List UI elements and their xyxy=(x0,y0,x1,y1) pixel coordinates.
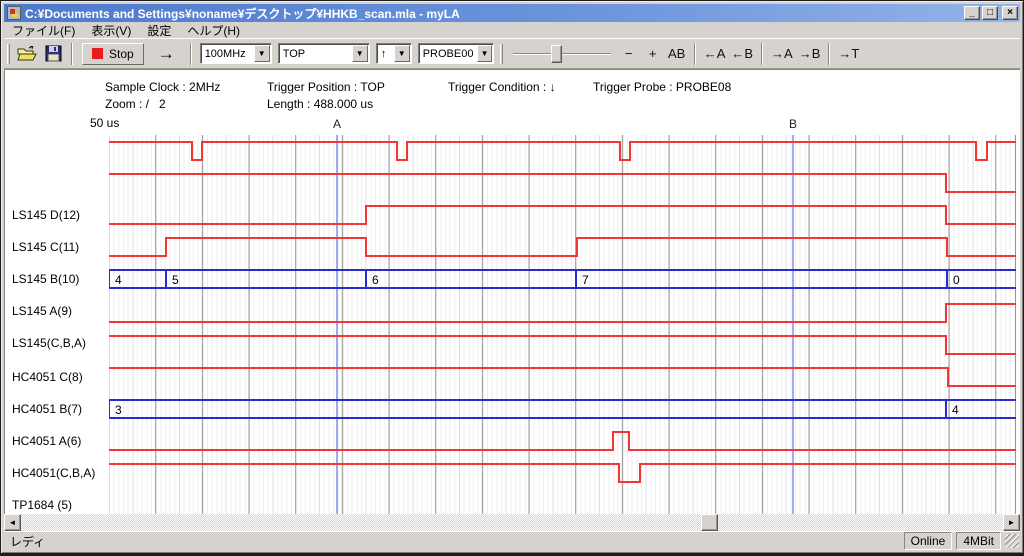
resize-grip[interactable] xyxy=(1005,534,1019,548)
chevron-down-icon[interactable]: ▼ xyxy=(352,45,368,62)
scrollbar-thumb[interactable] xyxy=(701,514,718,531)
scroll-left-arrow-icon[interactable]: ◄ xyxy=(4,514,21,531)
channel-label: LS145 B(10) xyxy=(12,272,79,286)
bus-value: 4 xyxy=(952,403,959,417)
status-memory-badge: 4MBit xyxy=(956,532,1001,550)
bus-value: 4 xyxy=(115,273,122,287)
bus-value: 6 xyxy=(372,273,379,287)
scroll-right-arrow-icon[interactable]: ► xyxy=(1003,514,1020,531)
run-arrow-button[interactable]: → xyxy=(148,44,185,64)
digital-trace xyxy=(109,432,1016,450)
waveform-plot[interactable]: 4 5 6 7 0 3 4 xyxy=(109,135,1016,514)
app-icon xyxy=(7,6,21,20)
menu-view[interactable]: 表示(V) xyxy=(83,21,139,40)
bus-value: 5 xyxy=(172,273,179,287)
set-marker-a-button[interactable]: →A xyxy=(768,46,796,61)
digital-trace xyxy=(109,304,1016,322)
toolbar-gripper[interactable] xyxy=(500,44,503,64)
chevron-down-icon[interactable]: ▼ xyxy=(254,45,270,62)
channel-label: HC4051 C(8) xyxy=(12,370,83,384)
probe-select[interactable]: PROBE00 ▼ xyxy=(418,43,494,64)
digital-trace xyxy=(109,142,1016,160)
channel-label: HC4051 A(6) xyxy=(12,434,81,448)
trigger-position-select[interactable]: TOP ▼ xyxy=(278,43,370,64)
toolbar: Stop → 100MHz ▼ TOP ▼ ↑ ▼ PROBE00 ▼ − + … xyxy=(4,38,1020,69)
goto-trigger-button[interactable]: →T xyxy=(835,46,862,61)
status-bar: レディ Online 4MBit xyxy=(4,531,1020,550)
probe-value: PROBE00 xyxy=(419,48,478,60)
sample-clock-value: 100MHz xyxy=(201,48,254,60)
ab-button[interactable]: AB xyxy=(665,46,689,61)
stop-button[interactable]: Stop xyxy=(82,43,144,65)
close-button[interactable]: × xyxy=(1002,6,1018,20)
menu-file[interactable]: ファイル(F) xyxy=(4,21,83,40)
channel-label: LS145 A(9) xyxy=(12,304,72,318)
toolbar-separator xyxy=(694,43,696,65)
marker-a-label: A xyxy=(333,117,341,131)
zoom-in-button[interactable]: + xyxy=(641,46,665,61)
status-ready-text: レディ xyxy=(4,532,904,551)
digital-trace xyxy=(109,238,1016,256)
status-online-badge: Online xyxy=(904,532,953,550)
channel-label: TP1684 (5) xyxy=(12,498,72,512)
title-bar[interactable]: C:¥Documents and Settings¥noname¥デスクトップ¥… xyxy=(4,4,1020,22)
toolbar-separator xyxy=(71,43,73,65)
trigger-edge-select[interactable]: ↑ ▼ xyxy=(376,43,412,64)
digital-trace xyxy=(109,464,1016,482)
bus-value: 3 xyxy=(115,403,122,417)
channel-label: HC4051(C,B,A) xyxy=(12,466,95,480)
time-scale-label: 50 us xyxy=(90,116,119,130)
menu-help[interactable]: ヘルプ(H) xyxy=(179,21,248,40)
zoom-slider-track xyxy=(513,53,611,55)
trigger-edge-value: ↑ xyxy=(377,48,394,60)
zoom-slider[interactable] xyxy=(513,44,611,64)
trigger-position-info: Trigger Position : TOP xyxy=(267,80,385,94)
toolbar-gripper[interactable] xyxy=(7,44,10,64)
goto-marker-b-button[interactable]: ←B xyxy=(728,46,756,61)
marker-b-label: B xyxy=(789,117,797,131)
app-window: C:¥Documents and Settings¥noname¥デスクトップ¥… xyxy=(0,0,1024,556)
channel-label-pane: LS145 D(12) LS145 C(11) LS145 B(10) LS145 A… xyxy=(5,135,109,514)
scrollbar-track[interactable] xyxy=(21,514,1003,531)
length-info: Length : 488.000 us xyxy=(267,97,373,111)
horizontal-scrollbar[interactable]: ◄ ► xyxy=(4,514,1020,531)
channel-label: LS145(C,B,A) xyxy=(12,336,86,350)
chevron-down-icon[interactable]: ▼ xyxy=(394,45,410,62)
trigger-position-value: TOP xyxy=(279,48,352,60)
goto-marker-a-button[interactable]: ←A xyxy=(701,46,729,61)
chevron-down-icon[interactable]: ▼ xyxy=(477,45,491,62)
zoom-out-button[interactable]: − xyxy=(617,46,641,61)
maximize-button[interactable]: □ xyxy=(982,6,998,20)
bus-value: 0 xyxy=(953,273,960,287)
channel-label: HC4051 B(7) xyxy=(12,402,82,416)
trigger-probe-info: Trigger Probe : PROBE08 xyxy=(593,80,731,94)
toolbar-separator xyxy=(828,43,830,65)
minimize-button[interactable]: _ xyxy=(964,6,980,20)
menu-bar: ファイル(F) 表示(V) 設定 ヘルプ(H) xyxy=(4,22,1020,38)
window-title: C:¥Documents and Settings¥noname¥デスクトップ¥… xyxy=(25,5,962,22)
channel-label: LS145 C(11) xyxy=(12,240,79,254)
sample-clock-info: Sample Clock : 2MHz xyxy=(105,80,220,94)
open-file-icon[interactable] xyxy=(16,44,38,64)
zoom-info: Zoom : / 2 xyxy=(105,97,166,111)
set-marker-b-button[interactable]: →B xyxy=(796,46,824,61)
waveform-view: Sample Clock : 2MHz Trigger Position : T… xyxy=(4,69,1020,514)
digital-trace xyxy=(109,206,1016,224)
stop-square-icon xyxy=(92,48,103,59)
toolbar-separator xyxy=(190,43,192,65)
channel-label: LS145 D(12) xyxy=(12,208,80,222)
digital-trace xyxy=(109,336,1016,354)
zoom-slider-thumb[interactable] xyxy=(551,45,562,63)
bus-value: 7 xyxy=(582,273,589,287)
menu-settings[interactable]: 設定 xyxy=(139,21,179,40)
trigger-condition-info: Trigger Condition : ↓ xyxy=(448,80,556,94)
digital-trace xyxy=(109,368,1016,386)
save-icon[interactable] xyxy=(42,44,64,64)
sample-clock-select[interactable]: 100MHz ▼ xyxy=(200,43,272,64)
digital-trace xyxy=(109,174,1016,192)
stop-label: Stop xyxy=(109,47,134,61)
toolbar-separator xyxy=(761,43,763,65)
